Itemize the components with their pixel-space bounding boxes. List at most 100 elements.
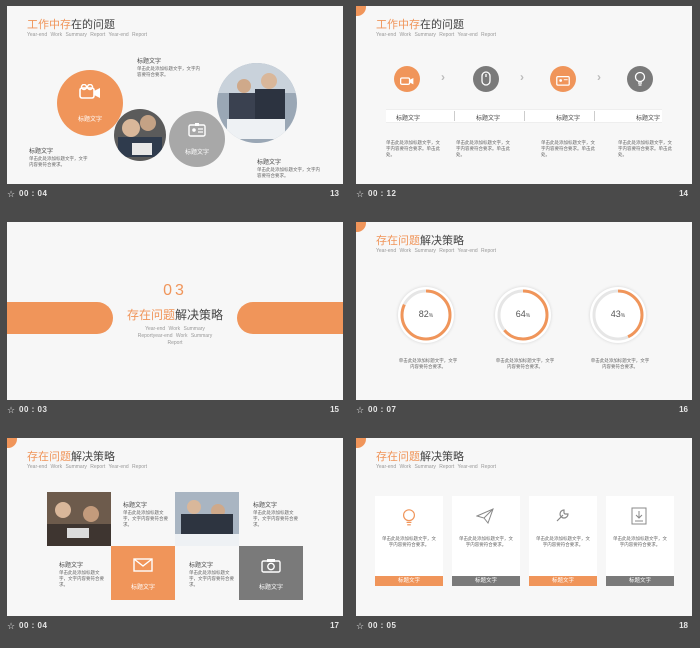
step-label: 标题文字 xyxy=(556,116,581,122)
chevron-right-icon: › xyxy=(520,70,524,84)
star-icon: ☆ xyxy=(356,189,365,199)
ring-value: 64% xyxy=(515,309,531,319)
star-icon: ☆ xyxy=(356,405,365,415)
mouse-icon xyxy=(481,71,491,91)
feature-card: 单击此处添加标题文字，文字内容要符合要求。 标题文字 xyxy=(529,496,597,586)
feature-card: 单击此处添加标题文字，文字内容要符合要求。 标题文字 xyxy=(375,496,443,586)
slide-thumbnail-16[interactable]: 存在问题解决策略 Year-end Work Summary Report Ye… xyxy=(356,222,692,422)
slide-canvas: 工作中存在的问题 Year-end Work Summary Report Ye… xyxy=(7,6,343,184)
step-text: 单击此处添加标题文字，文字内容要符合要求。单击此处。 xyxy=(456,140,510,157)
star-icon: ☆ xyxy=(356,621,365,631)
gray-tile: 标题文字 xyxy=(239,546,303,600)
item-text: 单击此处添加标题文字，文字内容要符合要求。 xyxy=(253,510,298,527)
meeting-photo-large xyxy=(217,63,297,143)
video-camera-icon xyxy=(400,73,414,91)
card-label: 标题文字 xyxy=(606,576,674,586)
corner-dot xyxy=(7,438,17,448)
slide-thumbnail-15[interactable]: 03 存在问题解决策略 Year-end Work Summary Report… xyxy=(7,222,343,422)
section-subtitle: Year-end Work Summary Reportyear-end Wor… xyxy=(137,326,213,346)
slide-thumbnail-14[interactable]: 工作中存在的问题 Year-end Work Summary Report Ye… xyxy=(356,6,692,206)
lightbulb-icon xyxy=(634,71,646,91)
circle-label: 标题文字 xyxy=(77,117,102,123)
item-label: 标题文字 xyxy=(123,503,148,509)
slide-canvas: 工作中存在的问题 Year-end Work Summary Report Ye… xyxy=(356,6,692,184)
card-label: 标题文字 xyxy=(452,576,520,586)
paper-plane-icon xyxy=(475,508,494,529)
progress-ring: 43% xyxy=(590,287,646,343)
slide-title: 存在问题解决策略 xyxy=(376,235,464,247)
corner-dot xyxy=(356,6,366,16)
corner-dot xyxy=(356,438,366,448)
gray-circle: 标题文字 xyxy=(169,111,225,167)
slide-title: 工作中存在的问题 xyxy=(27,19,115,31)
corner-dot xyxy=(356,222,366,232)
lightbulb-icon xyxy=(401,508,417,531)
slide-number: 14 xyxy=(679,189,688,198)
card-text: 单击此处添加标题文字，文字内容要符合要求。 xyxy=(459,536,513,547)
step-bar: 标题文字 标题文字 标题文字 标题文字 xyxy=(386,109,662,123)
card-text: 单击此处添加标题文字，文字内容要符合要求。 xyxy=(613,536,667,547)
slide-canvas: 03 存在问题解决策略 Year-end Work Summary Report… xyxy=(7,222,343,400)
ring-text: 单击此处添加标题文字，文字内容要符合要求。 xyxy=(495,358,555,369)
slide-meta: ☆ 00 : 03 15 xyxy=(7,400,343,420)
tile-label: 标题文字 xyxy=(130,585,155,591)
slide-duration: 00 : 05 xyxy=(368,621,397,630)
slide-meta: ☆ 00 : 05 18 xyxy=(356,616,692,636)
item-text: 单击此处添加标题文字，文字内容要符合要求。 xyxy=(29,156,88,167)
slide-subtitle: Year-end Work Summary Report Year-end Re… xyxy=(27,32,148,38)
progress-ring: 64% xyxy=(495,287,551,343)
camera-icon xyxy=(261,558,281,578)
step-circle xyxy=(473,66,499,92)
step-text: 单击此处添加标题文字，文字内容要符合要求。单击此处。 xyxy=(618,140,672,157)
tile-label: 标题文字 xyxy=(258,585,283,591)
slide-title: 工作中存在的问题 xyxy=(376,19,464,31)
slide-meta: ☆ 00 : 07 16 xyxy=(356,400,692,420)
chevron-right-icon: › xyxy=(597,70,601,84)
slide-canvas: 存在问题解决策略 Year-end Work Summary Report Ye… xyxy=(7,438,343,616)
item-label: 标题文字 xyxy=(253,503,278,509)
item-text: 单击此处添加标题文字，文字内容要符合要求。 xyxy=(59,570,104,587)
step-label: 标题文字 xyxy=(396,116,421,122)
slide-subtitle: Year-end Work Summary Report Year-end Re… xyxy=(376,248,497,254)
item-label: 标题文字 xyxy=(257,160,282,166)
section-number: 03 xyxy=(163,282,187,299)
card-text: 单击此处添加标题文字，文字内容要符合要求。 xyxy=(536,536,590,547)
step-circle xyxy=(627,66,653,92)
slide-subtitle: Year-end Work Summary Report Year-end Re… xyxy=(376,464,497,470)
slide-thumbnail-18[interactable]: 存在问题解决策略 Year-end Work Summary Report Ye… xyxy=(356,438,692,638)
slide-number: 13 xyxy=(330,189,339,198)
card-label: 标题文字 xyxy=(375,576,443,586)
slide-number: 15 xyxy=(330,405,339,414)
slide-subtitle: Year-end Work Summary Report Year-end Re… xyxy=(27,464,148,470)
slide-thumbnail-13[interactable]: 工作中存在的问题 Year-end Work Summary Report Ye… xyxy=(7,6,343,206)
step-label: 标题文字 xyxy=(636,116,661,122)
progress-ring: 82% xyxy=(398,287,454,343)
slide-meta: ☆ 00 : 04 13 xyxy=(7,184,343,204)
circle-label: 标题文字 xyxy=(184,150,209,156)
ring-text: 单击此处添加标题文字，文字内容要符合要求。 xyxy=(590,358,650,369)
orange-circle: 标题文字 xyxy=(57,70,123,136)
ring-value: 82% xyxy=(418,309,434,319)
meeting-photo xyxy=(175,492,239,546)
orange-tile: 标题文字 xyxy=(111,546,175,600)
slide-canvas: 存在问题解决策略 Year-end Work Summary Report Ye… xyxy=(356,438,692,616)
slide-thumbnail-17[interactable]: 存在问题解决策略 Year-end Work Summary Report Ye… xyxy=(7,438,343,638)
step-label: 标题文字 xyxy=(476,116,501,122)
slide-number: 17 xyxy=(330,621,339,630)
ring-text: 单击此处添加标题文字，文字内容要符合要求。 xyxy=(398,358,458,369)
item-label: 标题文字 xyxy=(29,149,54,155)
slide-number: 18 xyxy=(679,621,688,630)
wrench-icon xyxy=(554,508,570,529)
chevron-right-icon: › xyxy=(441,70,445,84)
item-label: 标题文字 xyxy=(59,563,84,569)
meeting-photo xyxy=(47,492,111,546)
slide-title: 存在问题解决策略 xyxy=(376,451,464,463)
slide-canvas: 存在问题解决策略 Year-end Work Summary Report Ye… xyxy=(356,222,692,400)
slide-number: 16 xyxy=(679,405,688,414)
step-circle xyxy=(394,66,420,92)
slide-title: 存在问题解决策略 xyxy=(27,451,115,463)
item-text: 单击此处添加标题文字，文字内容要符合要求。 xyxy=(257,167,320,178)
id-card-icon xyxy=(556,73,570,91)
step-circle xyxy=(550,66,576,92)
item-label: 标题文字 xyxy=(137,59,162,65)
